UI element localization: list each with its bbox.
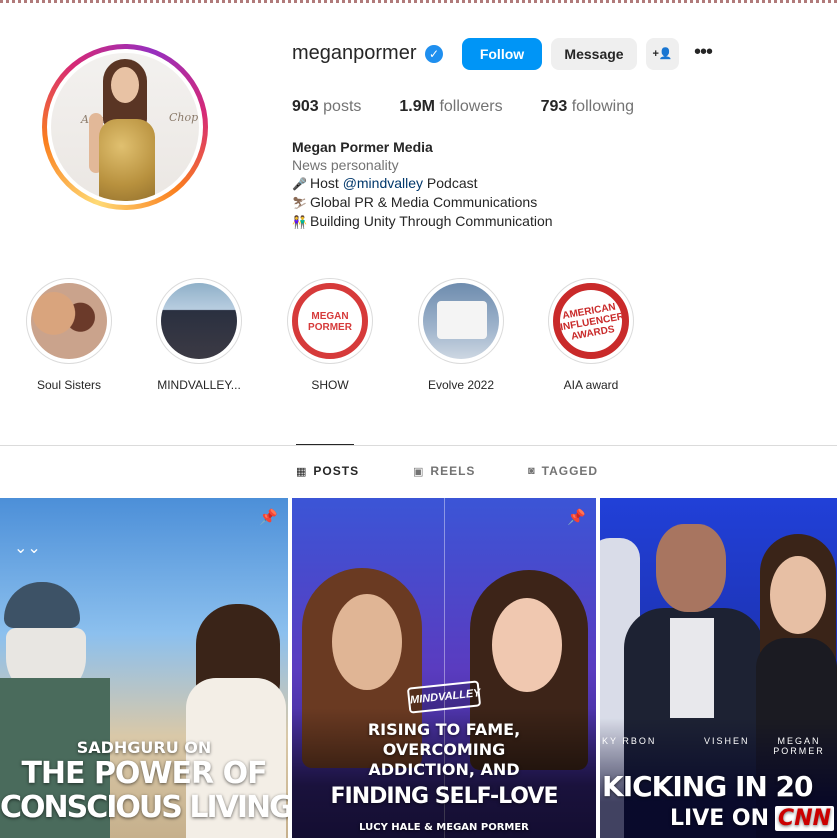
tab-reels-label: REELS — [430, 464, 476, 478]
post-2-line-3: ADDICTION, AND — [368, 760, 520, 779]
highlight-ring — [418, 278, 504, 364]
avatar-frame: Ame Chop — [47, 49, 203, 205]
highlight-ring: MEGAN PORMER — [287, 278, 373, 364]
post-2-line-2: OVERCOMING — [382, 740, 506, 759]
following-stat[interactable]: 793 following — [541, 98, 634, 116]
post-1-person-turban — [4, 582, 80, 628]
bio-line-3-text: Building Unity Through Communication — [310, 213, 553, 229]
post-2-line-5: LUCY HALE & MEGAN PORMER — [359, 822, 529, 833]
avatar-person-dress — [99, 119, 155, 201]
show-logo-text: MEGAN PORMER — [308, 311, 352, 333]
post-tile-lucy-hale[interactable]: MINDVALLEY 📌 RISING TO FAME, OVERCOMING … — [292, 498, 596, 838]
tab-tagged-label: TAGGED — [541, 464, 599, 478]
highlight-label: SHOW — [311, 378, 349, 392]
post-3-name-mid: VISHEN — [704, 736, 750, 746]
highlight-soul-sisters[interactable]: Soul Sisters — [14, 278, 124, 392]
highlight-label: Soul Sisters — [36, 378, 102, 392]
post-1-line-2: THE POWER OF — [21, 756, 267, 791]
grid-icon: ▦ — [296, 465, 308, 478]
post-3-person-c-face — [770, 556, 826, 634]
people-icon: 👫 — [292, 215, 307, 229]
cnn-logo: CNN — [775, 806, 835, 831]
following-count: 793 — [540, 98, 568, 115]
window-top-border — [0, 0, 837, 3]
post-1-line-1: SADHGURU ON — [76, 738, 212, 757]
highlight-show[interactable]: MEGAN PORMER SHOW — [275, 278, 385, 392]
profile-username: meganpormer — [292, 42, 417, 64]
message-button[interactable]: Message — [551, 38, 637, 70]
bio-line-2-text: Global PR & Media Communications — [310, 194, 538, 210]
rocket-icon: ⛷ — [292, 196, 308, 210]
post-2-person-right-face — [492, 598, 562, 692]
highlight-mindvalley[interactable]: MINDVALLEY... — [144, 278, 254, 392]
profile-avatar[interactable]: Ame Chop — [42, 44, 208, 210]
posts-label: posts — [323, 98, 362, 115]
tab-reels[interactable]: ▣ REELS — [413, 464, 475, 478]
highlight-aia-award[interactable]: AMERICAN INFLUENCER AWARDS AIA award — [536, 278, 646, 392]
highlight-cover: AMERICAN INFLUENCER AWARDS — [553, 283, 629, 359]
mindvalley-logo-icon: ⌄⌄ — [14, 540, 41, 557]
highlight-cover — [31, 283, 107, 359]
profile-bio: Megan Pormer Media News personality 🎤 Hos… — [292, 138, 553, 231]
avatar-backdrop-text-right: Chop — [169, 111, 199, 124]
followers-stat[interactable]: 1.9M followers — [399, 98, 502, 116]
post-3-name-right: MEGAN PORMER — [773, 736, 825, 756]
pin-icon: 📌 — [567, 509, 586, 526]
suggested-accounts-button[interactable]: +👤 — [646, 38, 679, 70]
highlight-label: AIA award — [563, 378, 619, 392]
verified-badge-icon: ✓ — [425, 45, 443, 63]
followers-label: followers — [439, 98, 503, 115]
post-3-person-b-head — [656, 524, 726, 612]
highlight-evolve-2022[interactable]: Evolve 2022 — [406, 278, 516, 392]
tabs-divider — [0, 445, 837, 446]
post-2-line-1: RISING TO FAME, — [367, 720, 521, 739]
tab-tagged[interactable]: ◙ TAGGED — [528, 464, 598, 478]
mindvalley-mention-link[interactable]: @mindvalley — [343, 175, 423, 191]
post-3-line-2: LIVE ON — [670, 806, 770, 831]
post-tile-cnn[interactable]: KY RBON VISHEN MEGAN PORMER KICKING IN 2… — [600, 498, 837, 838]
post-2-person-left-face — [332, 594, 402, 690]
add-person-icon: +👤 — [652, 48, 673, 60]
profile-stats: 903 posts 1.9M followers 793 following — [292, 98, 672, 116]
highlight-label: Evolve 2022 — [427, 378, 495, 392]
tagged-icon: ◙ — [528, 465, 536, 477]
followers-count: 1.9M — [399, 98, 435, 115]
post-3-person-b-shirt — [670, 618, 714, 718]
tab-posts[interactable]: ▦ POSTS — [296, 464, 359, 478]
bio-category: News personality — [292, 157, 399, 173]
post-2-line-4: FINDING SELF-LOVE — [330, 784, 559, 809]
bio-line-1-prefix: Host — [310, 175, 343, 191]
highlight-cover: MEGAN PORMER — [292, 283, 368, 359]
post-1-line-3: CONSCIOUS LIVING — [0, 790, 288, 825]
bio-name: Megan Pormer Media — [292, 139, 433, 155]
post-3-line-1: KICKING IN 20 — [602, 770, 814, 803]
avatar-photo: Ame Chop — [51, 53, 199, 201]
highlight-card — [437, 301, 487, 339]
highlight-ring: AMERICAN INFLUENCER AWARDS — [548, 278, 634, 364]
tab-posts-label: POSTS — [313, 464, 360, 478]
bio-line-1: 🎤 Host @mindvalley Podcast — [292, 174, 553, 193]
highlight-ring — [156, 278, 242, 364]
post-3-line-2-wrap: LIVE ON CNN — [600, 806, 837, 831]
active-tab-indicator — [296, 444, 354, 445]
post-3-name-left: KY RBON — [602, 736, 657, 746]
posts-count: 903 — [292, 98, 319, 115]
bio-line-2: ⛷ Global PR & Media Communications — [292, 193, 553, 212]
highlight-label: MINDVALLEY... — [157, 378, 241, 392]
follow-button[interactable]: Follow — [462, 38, 542, 70]
highlight-cover — [423, 283, 499, 359]
highlight-ring — [26, 278, 112, 364]
bio-line-3: 👫 Building Unity Through Communication — [292, 212, 553, 231]
pin-icon: 📌 — [259, 509, 278, 526]
highlight-cover — [161, 283, 237, 359]
reels-icon: ▣ — [413, 465, 425, 478]
posts-stat: 903 posts — [292, 98, 361, 116]
more-options-icon[interactable]: ••• — [690, 38, 716, 70]
aia-logo-text: AMERICAN INFLUENCER AWARDS — [559, 301, 625, 343]
avatar-person-face — [111, 67, 139, 103]
bio-line-1-suffix: Podcast — [423, 175, 478, 191]
microphone-icon: 🎤 — [292, 177, 307, 191]
following-label: following — [571, 98, 634, 115]
post-tile-sadhguru[interactable]: ⌄⌄ 📌 SADHGURU ON THE POWER OF CONSCIOUS … — [0, 498, 288, 838]
